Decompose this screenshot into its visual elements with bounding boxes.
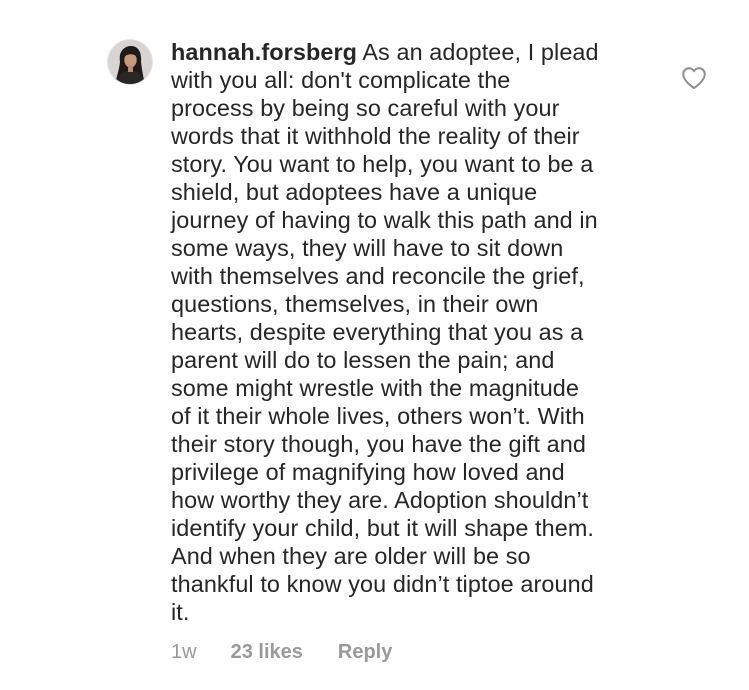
comment-text-line: journey of having to walk this path and …	[171, 207, 598, 233]
comment-text-line: thankful to know you didn’t tiptoe aroun…	[171, 571, 594, 597]
comment-text-line: As an adoptee, I plead	[362, 39, 599, 65]
comment-timestamp[interactable]: 1w	[171, 641, 197, 664]
comment-text-line: with you all: don't complicate the	[171, 67, 511, 93]
comment-meta: 1w 23 likes Reply	[171, 641, 392, 664]
comment-text-line: shield, but adoptees have a unique	[171, 179, 538, 205]
comment-text-line: some ways, they will have to sit down	[171, 235, 564, 261]
comment-text-line: their story though, you have the gift an…	[171, 431, 587, 457]
comment-item: hannah.forsberg As an adoptee, I plead w…	[0, 0, 749, 690]
heart-outline-icon	[682, 67, 706, 89]
comment-text-line: story. You want to help, you want to be …	[171, 151, 594, 177]
comment-text-line: words that it withhold the reality of th…	[171, 123, 580, 149]
user-avatar-icon	[108, 40, 152, 84]
comment-text-line: And when they are older will be so	[171, 543, 531, 569]
comment-username[interactable]: hannah.forsberg	[171, 39, 357, 65]
comment-text-line: of it their whole lives, others won’t. W…	[171, 403, 585, 429]
comment-text-line: identify your child, but it will shape t…	[171, 515, 595, 541]
comment-text-line: hearts, despite everything that you as a	[171, 319, 584, 345]
comment-text-line: how worthy they are. Adoption shouldn’t	[171, 487, 589, 513]
comment-text-line: with themselves and reconcile the grief,	[171, 263, 585, 289]
comment-text-line: process by being so careful with your	[171, 95, 560, 121]
comment-text: hannah.forsberg As an adoptee, I plead w…	[171, 38, 646, 626]
comment-line: hannah.forsberg As an adoptee, I plead	[171, 38, 646, 66]
comment-text-line: some might wrestle with the magnitude	[171, 375, 580, 401]
likes-count-button[interactable]: 23 likes	[231, 641, 303, 664]
comment-text-line: privilege of magnifying how loved and	[171, 459, 565, 485]
comment-text-line: it.	[171, 599, 190, 625]
comment-text-line: parent will do to lessen the pain; and	[171, 347, 555, 373]
comment-text-line: questions, themselves, in their own	[171, 291, 539, 317]
reply-button[interactable]: Reply	[338, 641, 392, 664]
like-button[interactable]	[681, 66, 707, 90]
avatar[interactable]	[108, 40, 152, 84]
